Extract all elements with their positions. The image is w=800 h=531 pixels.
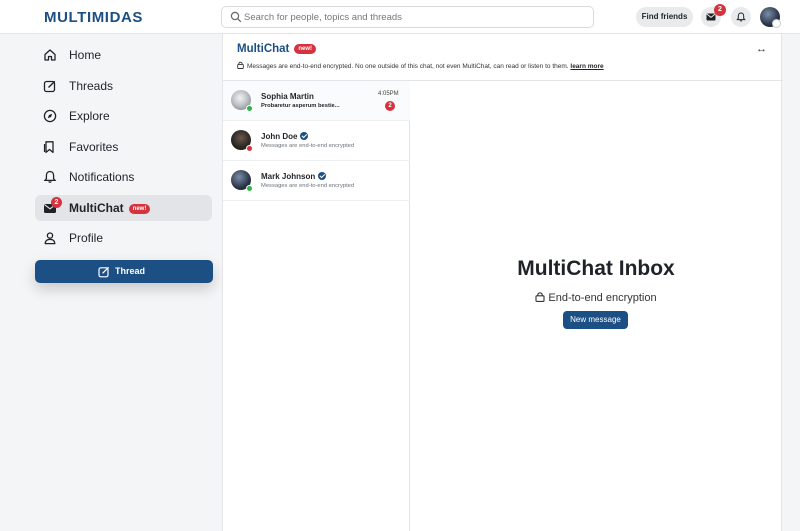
sidebar-item-notifications[interactable]: Notifications	[35, 164, 212, 190]
chat-title: MultiChat	[237, 43, 290, 55]
chevron-down-icon	[772, 19, 781, 28]
sidebar-item-threads[interactable]: Threads	[35, 73, 212, 99]
sidebar-item-label: Home	[69, 48, 102, 62]
contact-name-wrap: John Doe	[261, 132, 309, 141]
lock-icon	[237, 61, 244, 69]
busy-status-dot	[246, 145, 253, 152]
message-preview: Messages are end-to-end encrypted	[261, 183, 355, 189]
contact-name: Mark Johnson	[261, 172, 316, 181]
top-bar: MULTIMIDAS Find friends 2	[0, 0, 800, 34]
sidebar-item-explore[interactable]: Explore	[35, 103, 212, 129]
bell-icon	[43, 170, 57, 183]
notifications-button[interactable]	[731, 7, 751, 27]
message-preview: Probaretur asperum bestie...	[261, 103, 340, 109]
online-status-dot	[246, 185, 253, 192]
sidebar-item-favorites[interactable]: Favorites	[35, 134, 212, 160]
sidebar-item-label: MultiChat	[69, 201, 124, 215]
sidebar: Home Threads Explore Favorites Notificat…	[0, 34, 221, 531]
conversation-item[interactable]: Sophia Martin Probaretur asperum bestie.…	[223, 81, 410, 121]
compass-icon	[43, 109, 57, 123]
sidebar-item-label: Notifications	[69, 170, 135, 184]
conversation-item[interactable]: John Doe Messages are end-to-end encrypt…	[223, 121, 410, 161]
contact-name-wrap: Mark Johnson	[261, 172, 327, 181]
learn-more-link[interactable]: learn more	[570, 63, 603, 70]
app-logo[interactable]: MULTIMIDAS	[44, 9, 143, 26]
edit-icon	[98, 266, 110, 278]
user-icon	[44, 232, 56, 245]
chat-header: MultiChat new! ↔ Messages are end-to-end …	[223, 34, 783, 81]
edit-icon	[43, 80, 56, 93]
verified-icon	[318, 172, 327, 180]
verified-icon	[300, 132, 309, 140]
new-message-button[interactable]: New message	[563, 311, 628, 329]
messages-badge: 2	[714, 4, 726, 16]
sidebar-item-profile[interactable]: Profile	[35, 225, 212, 251]
search-box[interactable]	[221, 6, 594, 28]
chat-title-wrap: MultiChat new!	[237, 43, 317, 55]
new-pill: new!	[128, 204, 151, 214]
sidebar-item-home[interactable]: Home	[35, 42, 212, 68]
inbox-subtitle: End-to-end encryption	[410, 291, 782, 304]
sidebar-item-multichat[interactable]: 2 MultiChat new!	[35, 195, 212, 221]
sidebar-item-label-wrap: MultiChat new!	[69, 201, 151, 215]
user-avatar[interactable]	[760, 7, 781, 28]
contact-name: John Doe	[261, 132, 298, 141]
multichat-badge: 2	[51, 197, 62, 208]
lock-icon	[535, 292, 545, 302]
message-time: 4:05PM	[378, 91, 399, 97]
home-icon	[44, 49, 56, 61]
sidebar-item-label: Favorites	[69, 140, 119, 154]
sidebar-item-label: Profile	[69, 231, 104, 245]
encryption-text: Messages are end-to-end encrypted. No on…	[247, 63, 569, 70]
inbox-subtitle-text: End-to-end encryption	[548, 292, 657, 304]
new-thread-button[interactable]: Thread	[35, 260, 213, 283]
contact-name: Sophia Martin	[261, 92, 314, 101]
search-input[interactable]	[244, 7, 584, 27]
inbox-title: MultiChat Inbox	[517, 257, 675, 280]
conversation-item[interactable]: Mark Johnson Messages are end-to-end enc…	[223, 161, 410, 201]
message-preview: Messages are end-to-end encrypted	[261, 143, 355, 149]
online-status-dot	[246, 105, 253, 112]
multichat-panel: MultiChat new! ↔ Messages are end-to-end …	[222, 34, 783, 531]
new-thread-label: Thread	[115, 266, 146, 276]
sidebar-item-label: Explore	[69, 109, 110, 123]
messages-button[interactable]: 2	[701, 4, 726, 27]
sidebar-item-label: Threads	[69, 79, 114, 93]
unread-badge: 2	[385, 101, 395, 111]
find-friends-button[interactable]: Find friends	[636, 7, 693, 27]
conversation-list: Sophia Martin Probaretur asperum bestie.…	[223, 81, 410, 531]
new-pill: new!	[294, 44, 317, 54]
search-icon	[230, 11, 242, 23]
bookmark-icon	[43, 141, 54, 154]
bell-icon	[736, 12, 746, 22]
inbox-empty-state: MultiChat Inbox End-to-end encryption Ne…	[410, 81, 782, 531]
encryption-note: Messages are end-to-end encrypted. No on…	[237, 61, 604, 70]
expand-icon[interactable]: ↔	[756, 43, 767, 55]
